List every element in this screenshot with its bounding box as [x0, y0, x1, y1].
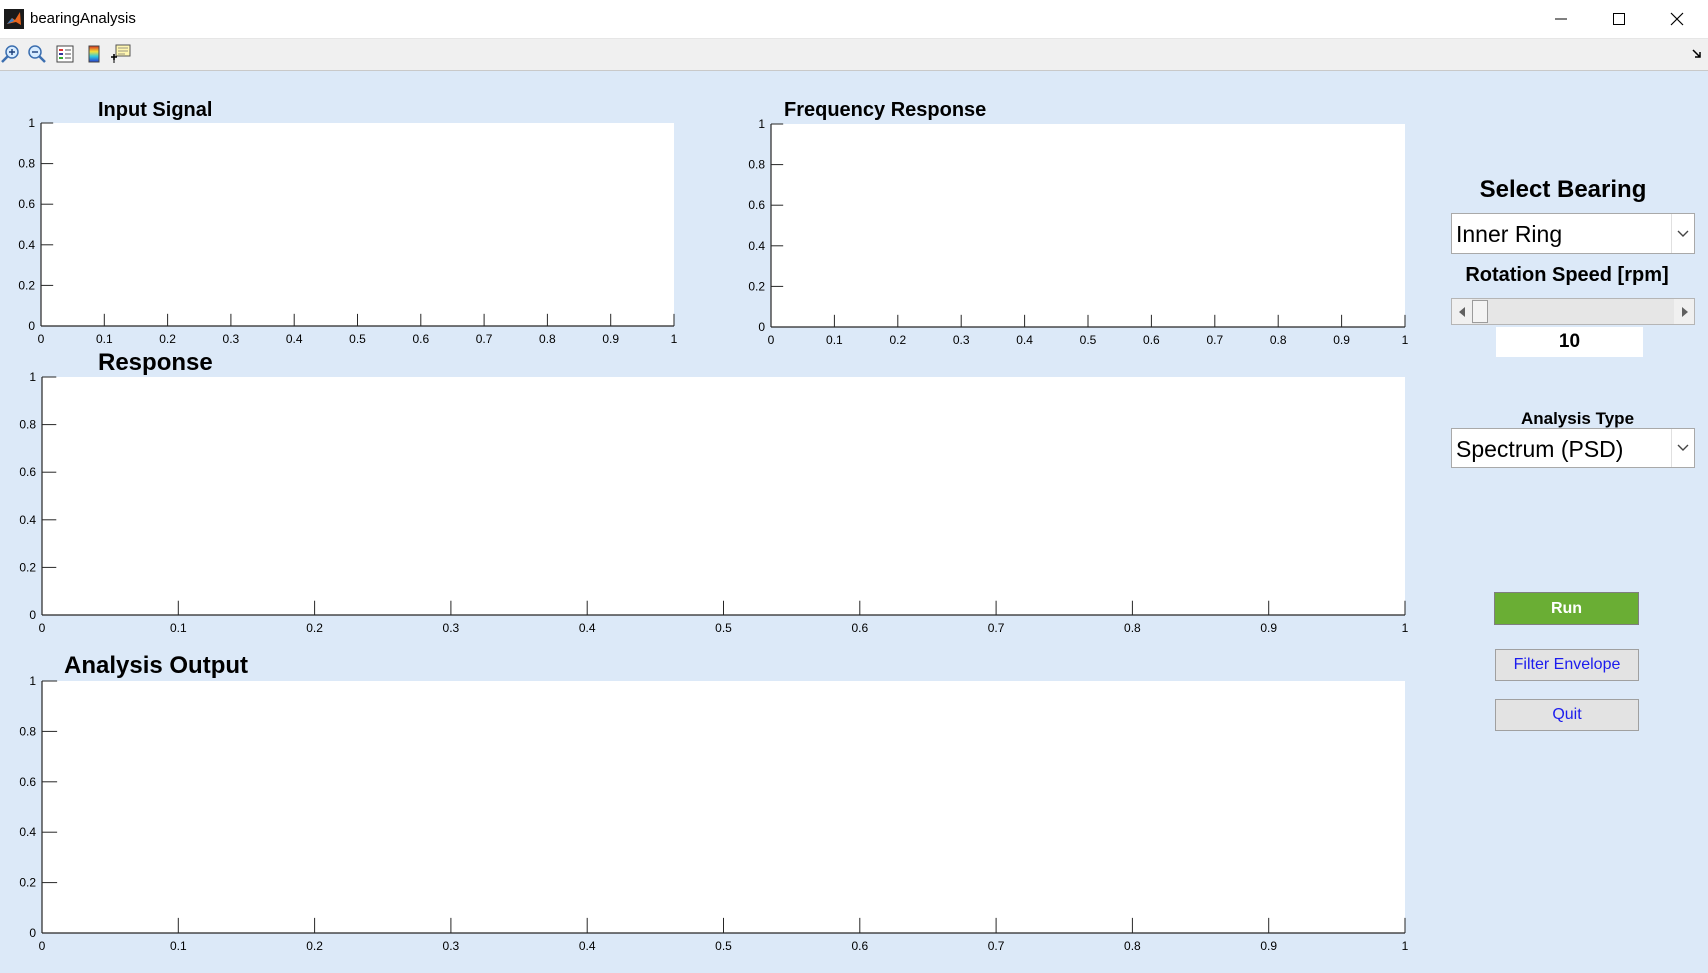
- x-tick-label: 0.8: [1124, 621, 1141, 635]
- y-tick-label: 0.8: [19, 724, 36, 738]
- x-tick-label: 0.2: [306, 939, 323, 953]
- y-tick-label: 0.2: [19, 560, 36, 574]
- slider-right-button[interactable]: [1674, 299, 1694, 324]
- y-tick-label: 1: [29, 370, 36, 384]
- slider-left-button[interactable]: [1452, 299, 1472, 324]
- plot-area: [42, 681, 1405, 933]
- x-tick-label: 0.4: [579, 939, 596, 953]
- x-tick-label: 0.3: [953, 333, 970, 347]
- rotation-speed-label: Rotation Speed [rpm]: [1465, 264, 1669, 286]
- x-tick-label: 0.5: [715, 939, 732, 953]
- x-tick-label: 0.4: [1016, 333, 1033, 347]
- y-tick-label: 0: [28, 319, 35, 333]
- y-tick-label: 0.2: [19, 876, 36, 890]
- x-tick-label: 0.6: [1143, 333, 1160, 347]
- x-tick-label: 0.3: [443, 939, 460, 953]
- arrow-left-icon: [1458, 306, 1465, 317]
- x-tick-label: 0.6: [851, 939, 868, 953]
- frequency-response-axes[interactable]: 0 0.1 0.2 0.3 0.4 0.5 0.6 0.7 0.8 0.9 1 0 0.2 0.4 0.6 0…: [748, 117, 1408, 347]
- y-tick-label: 0.8: [18, 157, 35, 171]
- x-tick-label: 0.7: [988, 621, 1005, 635]
- analysis-type-value: Spectrum (PSD): [1456, 436, 1624, 462]
- plot-area: [41, 123, 674, 326]
- select-bearing-label: Select Bearing: [1479, 176, 1647, 203]
- x-tick-label: 0: [39, 621, 46, 635]
- x-tick-label: 0.8: [539, 332, 556, 346]
- y-tick-label: 0.8: [19, 418, 36, 432]
- x-tick-label: 0.7: [476, 332, 493, 346]
- x-tick-label: 0.9: [602, 332, 619, 346]
- y-tick-label: 0.6: [19, 775, 36, 789]
- y-tick-label: 0.8: [748, 158, 765, 172]
- y-tick-label: 1: [758, 117, 765, 131]
- select-bearing-dropdown[interactable]: Inner Ring: [1451, 213, 1695, 254]
- y-tick-label: 0.6: [748, 198, 765, 212]
- y-tick-label: 1: [29, 674, 36, 688]
- x-tick-label: 0.9: [1260, 939, 1277, 953]
- slider-thumb[interactable]: [1472, 300, 1488, 323]
- x-tick-label: 0.6: [851, 621, 868, 635]
- x-tick-label: 0.2: [159, 332, 176, 346]
- x-tick-label: 0.2: [306, 621, 323, 635]
- run-button[interactable]: Run: [1494, 592, 1639, 625]
- x-tick-label: 0.8: [1124, 939, 1141, 953]
- y-tick-label: 0.4: [748, 239, 765, 253]
- x-tick-label: 0.5: [1080, 333, 1097, 347]
- x-tick-label: 0.8: [1270, 333, 1287, 347]
- x-tick-label: 1: [1402, 939, 1409, 953]
- y-tick-label: 0: [29, 926, 36, 940]
- chevron-down-icon: [1671, 214, 1694, 253]
- x-tick-label: 0.7: [1206, 333, 1223, 347]
- y-tick-label: 0.6: [19, 465, 36, 479]
- x-tick-label: 0.1: [170, 939, 187, 953]
- response-axes[interactable]: 0 0.1 0.2 0.3 0.4 0.5 0.6 0.7 0.8 0.9 1 0 0.2 0.4 0.6 0…: [19, 370, 1408, 635]
- x-tick-label: 0.1: [96, 332, 113, 346]
- arrow-right-icon: [1681, 306, 1688, 317]
- analysis-output-axes[interactable]: 0 0.1 0.2 0.3 0.4 0.5 0.6 0.7 0.8 0.9 1 0 0.2 0.4 0.6 0…: [19, 674, 1408, 953]
- x-tick-label: 0.7: [988, 939, 1005, 953]
- x-tick-label: 1: [1402, 621, 1409, 635]
- plot-area: [771, 124, 1405, 327]
- x-tick-label: 0: [768, 333, 775, 347]
- select-bearing-value: Inner Ring: [1456, 221, 1563, 247]
- x-tick-label: 0: [39, 939, 46, 953]
- y-tick-label: 0.2: [748, 279, 765, 293]
- axes-canvas: 0 0.1 0.2 0.3 0.4 0.5 0.6 0.7 0.8 0.9 1 0 0.2 0.4 0.6 0…: [18, 116, 1408, 953]
- chevron-down-icon: [1671, 429, 1694, 467]
- x-tick-label: 0.4: [286, 332, 303, 346]
- y-tick-label: 0: [29, 608, 36, 622]
- y-tick-label: 0: [758, 320, 765, 334]
- y-tick-label: 0.6: [18, 197, 35, 211]
- x-tick-label: 0.2: [889, 333, 906, 347]
- x-tick-label: 0.1: [170, 621, 187, 635]
- x-tick-label: 0.5: [715, 621, 732, 635]
- y-tick-label: 0.4: [19, 825, 36, 839]
- x-tick-label: 0.3: [223, 332, 240, 346]
- rotation-speed-value[interactable]: 10: [1496, 327, 1643, 357]
- x-tick-label: 1: [671, 332, 678, 346]
- x-tick-label: 0.3: [443, 621, 460, 635]
- input-signal-axes[interactable]: 0 0.1 0.2 0.3 0.4 0.5 0.6 0.7 0.8 0.9 1 0 0.2 0.4 0.6 0…: [18, 116, 677, 346]
- y-tick-label: 1: [28, 116, 35, 130]
- analysis-type-label: Analysis Type: [1520, 409, 1635, 428]
- quit-button[interactable]: Quit: [1495, 699, 1639, 731]
- x-tick-label: 0.9: [1260, 621, 1277, 635]
- analysis-type-dropdown[interactable]: Spectrum (PSD): [1451, 428, 1695, 468]
- y-tick-label: 0.4: [18, 238, 35, 252]
- y-tick-label: 0.2: [18, 278, 35, 292]
- bottom-edge: [0, 968, 1708, 973]
- x-tick-label: 0.6: [412, 332, 429, 346]
- x-tick-label: 1: [1402, 333, 1409, 347]
- y-tick-label: 0.4: [19, 513, 36, 527]
- filter-envelope-button[interactable]: Filter Envelope: [1495, 649, 1639, 681]
- plot-area: [42, 377, 1405, 615]
- x-tick-label: 0.1: [826, 333, 843, 347]
- x-tick-label: 0.4: [579, 621, 596, 635]
- x-tick-label: 0: [38, 332, 45, 346]
- x-tick-label: 0.5: [349, 332, 366, 346]
- rotation-speed-slider[interactable]: [1451, 298, 1695, 325]
- x-tick-label: 0.9: [1333, 333, 1350, 347]
